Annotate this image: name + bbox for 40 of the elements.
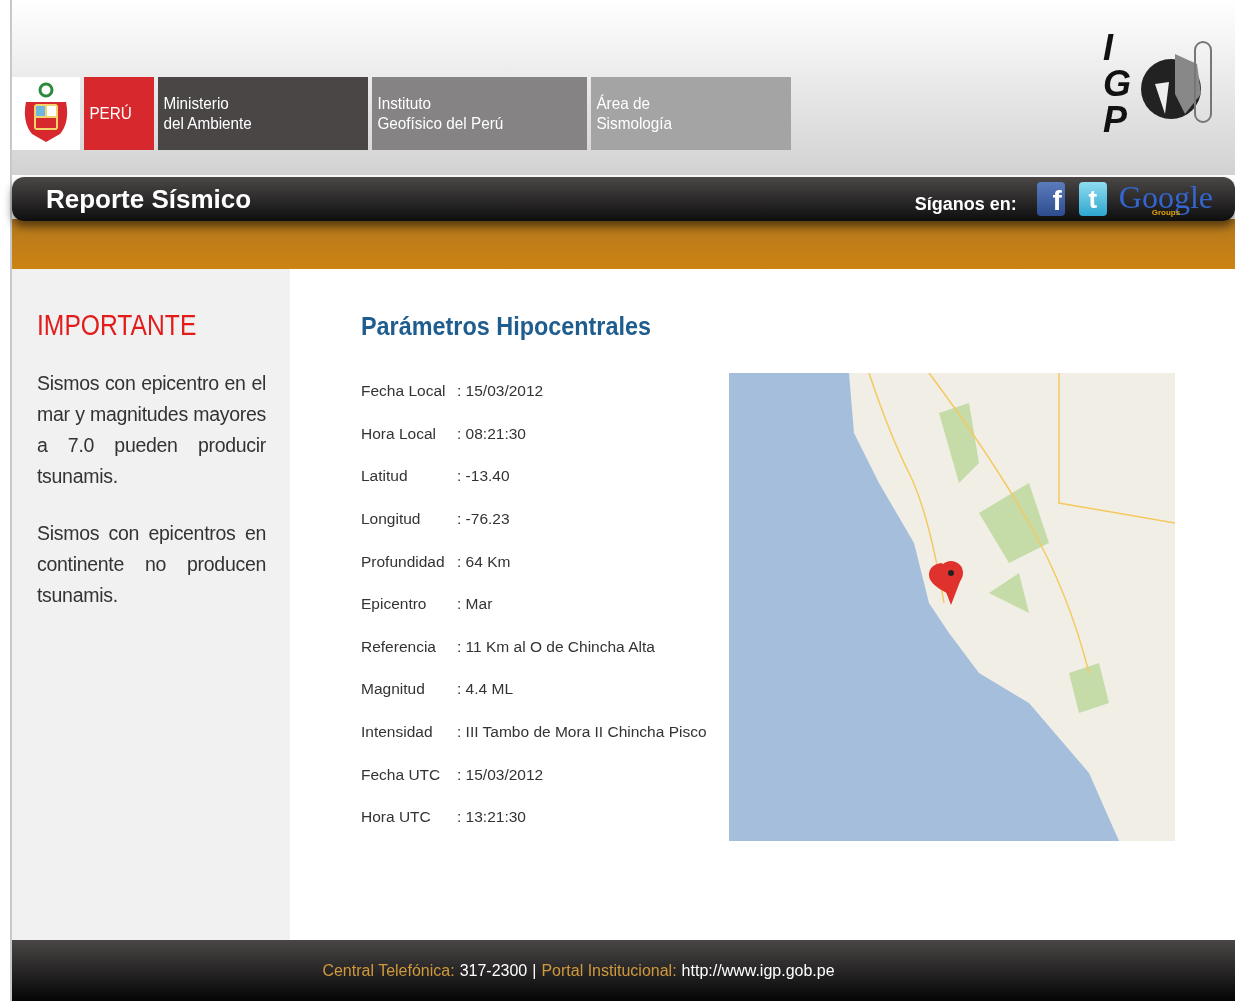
section-heading: Parámetros Hipocentrales — [361, 311, 652, 342]
footer-value[interactable]: http://www.igp.gob.pe — [681, 961, 835, 980]
footer-label: Central Telefónica: — [322, 961, 455, 980]
parameter-value: : 08:21:30 — [457, 424, 526, 443]
parameter-label: Referencia — [361, 637, 437, 656]
parameter-label: Fecha UTC — [361, 765, 442, 784]
parameter-value: : -13.40 — [457, 467, 510, 486]
brand-label: Instituto Geofísico del Perú — [376, 92, 505, 135]
parameter-value: : -76.23 — [457, 510, 510, 529]
parameter-label: Epicentro — [361, 595, 428, 614]
parameter-value: : 11 Km al O de Chincha Alta — [457, 637, 655, 656]
sidebar-heading: IMPORTANTE — [37, 309, 197, 342]
map-pin-icon — [928, 561, 963, 605]
brand-label: PERÚ — [88, 102, 133, 125]
facebook-icon[interactable]: f — [1036, 182, 1065, 216]
footer-value[interactable]: 317-2300 — [459, 961, 528, 980]
parameter-label: Latitud — [361, 467, 409, 486]
parameter-label: Profundidad — [361, 552, 446, 571]
parameter-value: : 15/03/2012 — [457, 382, 544, 401]
footer-separator: | — [532, 961, 537, 980]
parameter-label: Magnitud — [361, 680, 426, 699]
page-title: Reporte Sísmico — [46, 183, 253, 215]
igp-logo: I G P — [1103, 30, 1215, 138]
parameter-label: Hora UTC — [361, 808, 432, 827]
parameter-value: : 15/03/2012 — [457, 765, 544, 784]
parameter-value: : 64 Km — [457, 552, 511, 571]
follow-label: Síganos en: — [914, 193, 1017, 215]
footer-label: Portal Institucional: — [541, 961, 677, 980]
parameter-label: Intensidad — [361, 723, 434, 742]
parameter-value: : III Tambo de Mora II Chincha Pisco — [457, 723, 707, 742]
parameter-value: : 13:21:30 — [457, 808, 526, 827]
notice-paragraph: Sismos con epicentro en el mar y magnitudes mayores a 7.0 pueden producir tsunamis. — [37, 371, 266, 489]
parameter-label: Fecha Local — [361, 382, 447, 401]
parameter-value: : Mar — [457, 595, 493, 614]
brand-label: Ministerio del Ambiente — [162, 92, 253, 135]
brand-label: Área de Sismología — [595, 92, 674, 135]
parameter-label: Longitud — [361, 510, 422, 529]
notice-paragraph: Sismos con epicentros en continente no producen tsunamis. — [37, 521, 266, 608]
parameter-label: Hora Local — [361, 424, 437, 443]
parameter-value: : 4.4 ML — [457, 680, 513, 699]
